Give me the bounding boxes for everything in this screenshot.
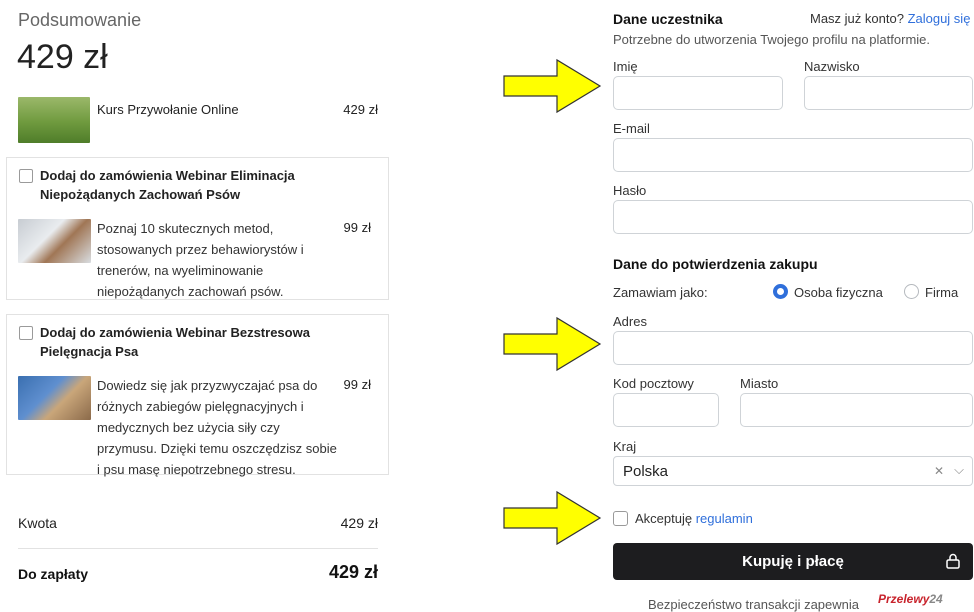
summary-total: 429 zł <box>17 38 108 76</box>
buy-button[interactable]: Kupuję i płacę <box>613 543 973 580</box>
radio-company[interactable] <box>904 284 919 299</box>
upsell-description: Dowiedz się jak przyzwyczajać psa do róż… <box>97 378 337 477</box>
terms-link[interactable]: regulamin <box>696 511 753 526</box>
upsell-thumbnail <box>18 376 91 420</box>
upsell-checkbox[interactable] <box>19 326 33 340</box>
amount-value: 429 zł <box>340 515 378 531</box>
address-label: Adres <box>613 314 647 329</box>
clear-icon[interactable]: ✕ <box>934 464 944 478</box>
lock-icon <box>946 553 960 569</box>
divider <box>18 548 378 549</box>
login-prompt-text: Masz już konto? <box>810 11 904 26</box>
last-name-field[interactable] <box>804 76 973 110</box>
terms-checkbox[interactable] <box>613 511 628 526</box>
przelewy24-logo: Przelewy24 <box>878 592 943 606</box>
upsell-card: Dodaj do zamówienia Webinar Eliminacja N… <box>6 157 389 300</box>
address-field[interactable] <box>613 331 973 365</box>
arrow-right-icon <box>503 58 602 114</box>
arrow-right-icon <box>503 316 602 372</box>
upsell-card: Dodaj do zamówienia Webinar Bezstresowa … <box>6 314 389 477</box>
order-as-label: Zamawiam jako: <box>613 285 708 300</box>
first-name-field[interactable] <box>613 76 783 110</box>
login-link[interactable]: Zaloguj się <box>908 11 971 26</box>
terms-prefix: Akceptuję <box>635 511 693 526</box>
country-label: Kraj <box>613 439 637 454</box>
upsell-title[interactable]: Dodaj do zamówienia Webinar Eliminacja N… <box>40 166 360 204</box>
city-field[interactable] <box>740 393 973 427</box>
security-note: Bezpieczeństwo transakcji zapewnia <box>648 597 859 612</box>
first-name-label: Imię <box>613 59 638 74</box>
postal-code-label: Kod pocztowy <box>613 376 694 391</box>
upsell-thumbnail <box>18 219 91 263</box>
country-select[interactable]: Polska ✕ ⌵ <box>613 456 973 486</box>
password-label: Hasło <box>613 183 647 198</box>
terms-label: Akceptuję regulamin <box>635 511 753 526</box>
upsell-title[interactable]: Dodaj do zamówienia Webinar Bezstresowa … <box>40 323 360 361</box>
product-price: 429 zł <box>343 102 378 117</box>
country-value: Polska <box>623 463 669 480</box>
radio-person[interactable] <box>773 284 788 299</box>
product-row: Kurs Przywołanie Online 429 zł <box>18 97 378 143</box>
participant-subtitle: Potrzebne do utworzenia Twojego profilu … <box>613 32 931 47</box>
product-thumbnail <box>18 97 90 143</box>
email-field[interactable] <box>613 138 973 172</box>
upsell-price: 99 zł <box>343 220 371 235</box>
przelewy24-logo-text: Przelewy <box>878 592 930 606</box>
buy-button-label: Kupuję i płacę <box>742 553 844 570</box>
upsell-checkbox[interactable] <box>19 169 33 183</box>
city-label: Miasto <box>740 376 779 391</box>
postal-code-field[interactable] <box>613 393 719 427</box>
password-field[interactable] <box>613 200 973 234</box>
pay-value: 429 zł <box>328 562 378 582</box>
product-name: Kurs Przywołanie Online <box>97 102 239 117</box>
email-label: E-mail <box>613 121 650 136</box>
pay-label: Do zapłaty <box>18 566 89 582</box>
summary-heading: Podsumowanie <box>18 10 142 30</box>
chevron-down-icon[interactable]: ⌵ <box>954 462 964 478</box>
przelewy24-logo-number: 24 <box>929 592 943 606</box>
purchase-title: Dane do potwierdzenia zakupu <box>613 256 818 272</box>
radio-person-label[interactable]: Osoba fizyczna <box>794 285 883 300</box>
radio-company-label[interactable]: Firma <box>925 285 958 300</box>
participant-title: Dane uczestnika <box>613 11 723 27</box>
login-prompt: Masz już konto? Zaloguj się <box>810 11 970 26</box>
upsell-description: Poznaj 10 skutecznych metod, stosowanych… <box>97 221 304 299</box>
last-name-label: Nazwisko <box>804 59 860 74</box>
amount-label: Kwota <box>18 515 57 531</box>
upsell-price: 99 zł <box>343 377 371 392</box>
arrow-right-icon <box>503 490 602 546</box>
